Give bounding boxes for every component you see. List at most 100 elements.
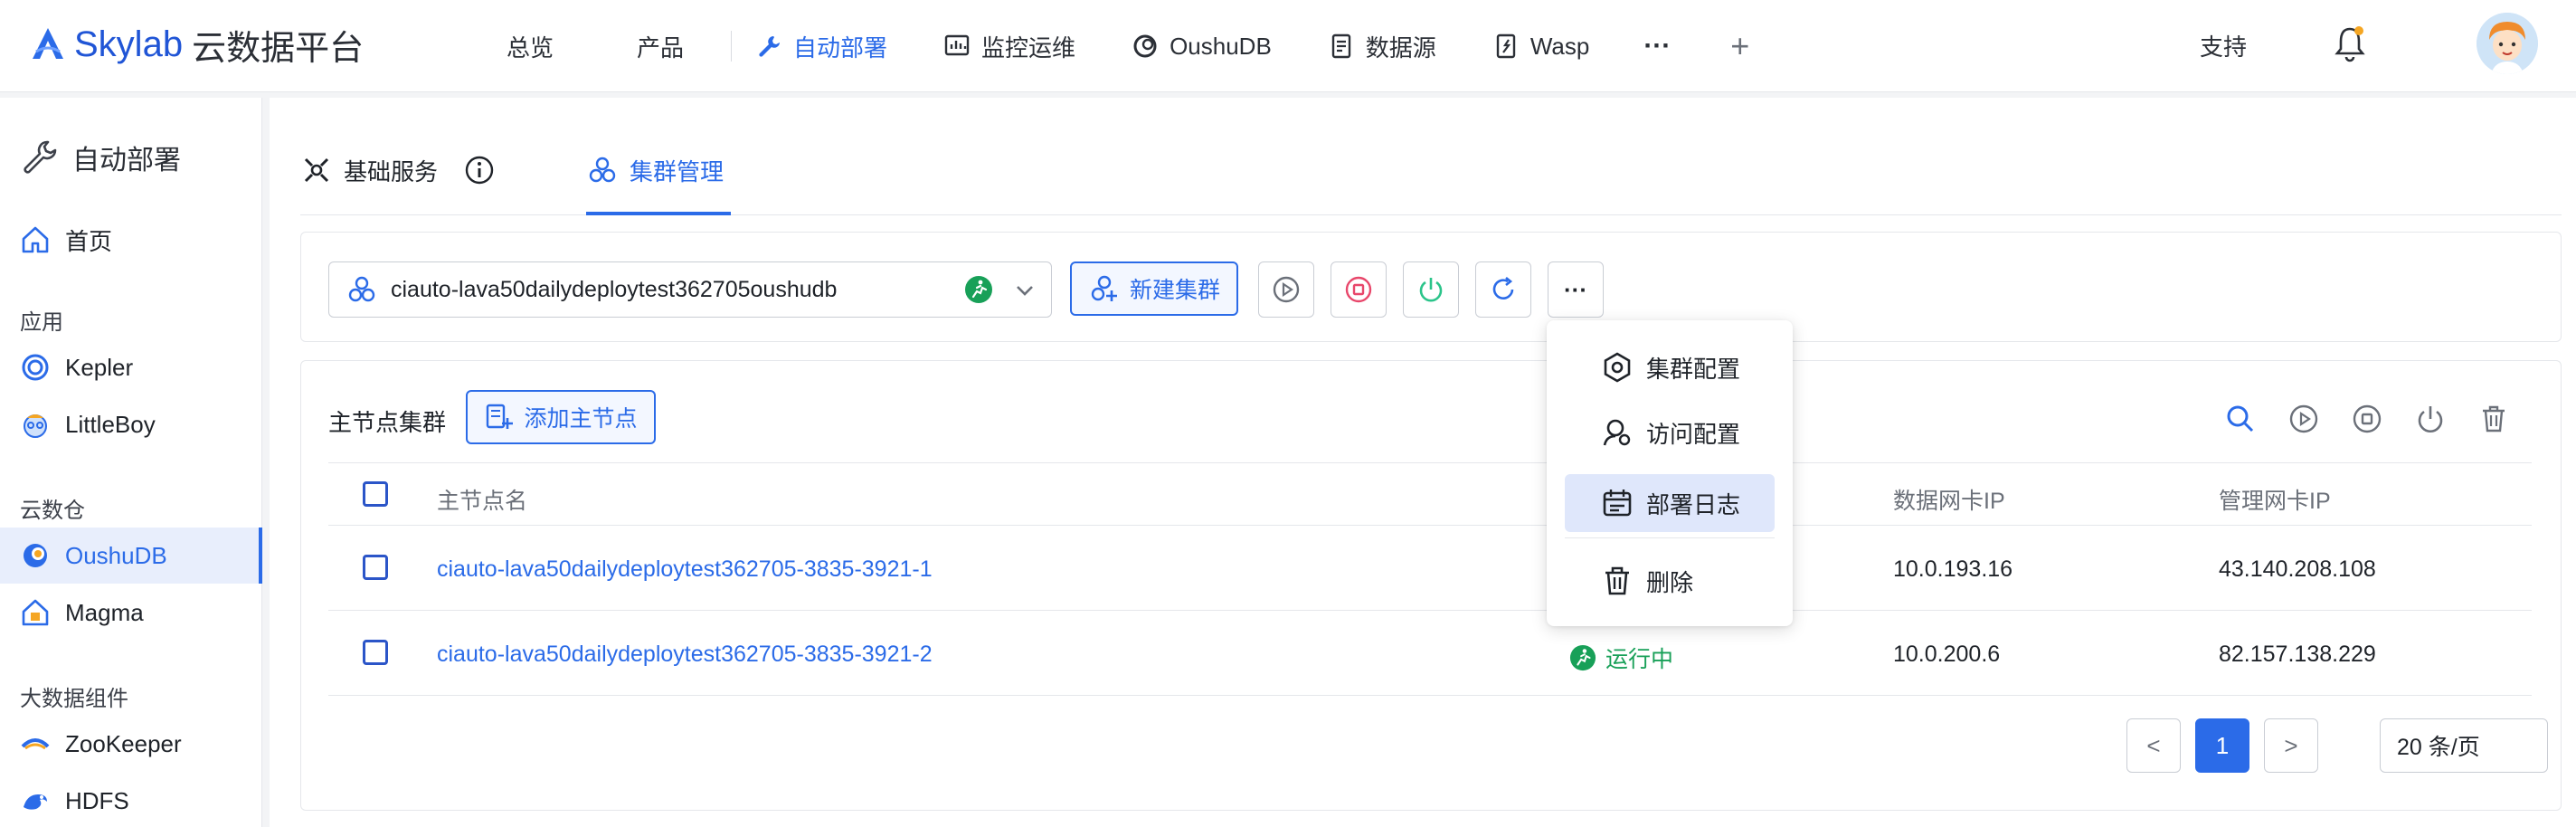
nav-datasource[interactable]: 数据源 bbox=[1328, 0, 1436, 92]
next-page-button[interactable]: > bbox=[2264, 718, 2318, 773]
select-all-checkbox[interactable] bbox=[363, 481, 388, 507]
sidebar-item-kepler-label: Kepler bbox=[65, 353, 134, 381]
data-ip: 10.0.193.16 bbox=[1893, 556, 2013, 582]
cluster-select[interactable]: ciauto-lava50dailydeploytest362705oushud… bbox=[328, 261, 1052, 318]
prev-page-label: < bbox=[2146, 731, 2161, 759]
sidebar-item-magma[interactable]: Magma bbox=[0, 585, 262, 641]
info-icon[interactable] bbox=[463, 154, 496, 186]
sidebar: 自动部署 首页 应用 Kepler LittleBoy 云数仓 OushuDB bbox=[0, 98, 262, 827]
littleboy-icon bbox=[24, 414, 47, 438]
nav-products-label: 产品 bbox=[637, 33, 685, 62]
table-row: ciauto-lava50dailydeploytest362705-3835-… bbox=[328, 526, 2532, 611]
row-checkbox[interactable] bbox=[363, 640, 388, 665]
page-1-label: 1 bbox=[2215, 731, 2230, 759]
column-header-node-name[interactable]: 主节点名 bbox=[437, 483, 527, 516]
row-checkbox[interactable] bbox=[363, 555, 388, 580]
trash-icon[interactable] bbox=[2477, 403, 2510, 435]
prev-page-button[interactable]: < bbox=[2126, 718, 2181, 773]
logo-text: Skylab bbox=[74, 24, 184, 64]
stop-button[interactable] bbox=[1331, 261, 1387, 318]
nav-oushudb[interactable]: OushuDB bbox=[1132, 0, 1272, 92]
sidebar-group-apps: 应用 bbox=[20, 310, 63, 335]
sidebar-item-littleboy[interactable]: LittleBoy bbox=[0, 396, 262, 452]
power-icon[interactable] bbox=[2414, 403, 2447, 435]
stop-circle-icon bbox=[1345, 276, 1372, 303]
power-icon bbox=[1419, 278, 1443, 302]
menu-item-deploy-log-label: 部署日志 bbox=[1646, 490, 1741, 518]
table-row: ciauto-lava50dailydeploytest362705-3835-… bbox=[328, 611, 2532, 696]
cluster-icon bbox=[348, 276, 375, 302]
power-button[interactable] bbox=[1403, 261, 1459, 318]
menu-item-cluster-config[interactable]: 集群配置 bbox=[1565, 338, 1775, 396]
sidebar-item-zookeeper[interactable]: ZooKeeper bbox=[0, 716, 262, 772]
play-circle-icon[interactable] bbox=[2287, 403, 2320, 435]
node-name-link[interactable]: ciauto-lava50dailydeploytest362705-3835-… bbox=[437, 642, 933, 668]
sidebar-item-kepler[interactable]: Kepler bbox=[0, 339, 262, 395]
node-name-link[interactable]: ciauto-lava50dailydeploytest362705-3835-… bbox=[437, 556, 933, 583]
nav-auto-deploy-label: 自动部署 bbox=[793, 33, 888, 62]
avatar[interactable] bbox=[2477, 13, 2538, 74]
sidebar-group-warehouse: 云数仓 bbox=[20, 499, 85, 523]
chevron-down-icon bbox=[1017, 286, 1033, 296]
tab-basic-services[interactable]: 基础服务 bbox=[300, 143, 496, 215]
nav-datasource-label: 数据源 bbox=[1365, 33, 1436, 62]
stop-circle-icon[interactable] bbox=[2351, 403, 2383, 435]
nav-divider bbox=[731, 31, 733, 62]
oushudb-icon bbox=[1133, 34, 1157, 58]
document-icon bbox=[1331, 33, 1350, 59]
nav-add-button[interactable]: + bbox=[1730, 0, 1749, 92]
nav-auto-deploy[interactable]: 自动部署 bbox=[755, 0, 887, 92]
play-circle-icon bbox=[1273, 276, 1300, 303]
add-master-button[interactable]: 添加主节点 bbox=[466, 390, 656, 444]
support-link[interactable]: 支持 bbox=[2200, 29, 2247, 62]
add-master-label: 添加主节点 bbox=[524, 406, 638, 432]
nav-wasp[interactable]: Wasp bbox=[1492, 0, 1590, 92]
sidebar-item-home-label: 首页 bbox=[65, 227, 113, 255]
search-icon[interactable] bbox=[2224, 403, 2257, 435]
master-cluster-title: 主节点集群 bbox=[328, 409, 447, 436]
tab-cluster-management[interactable]: 集群管理 bbox=[586, 143, 731, 215]
column-header-data-ip[interactable]: 数据网卡IP bbox=[1893, 483, 2005, 516]
mgmt-ip: 82.157.138.229 bbox=[2219, 642, 2376, 667]
menu-item-deploy-log[interactable]: 部署日志 bbox=[1565, 474, 1775, 532]
nav-add-label: + bbox=[1730, 27, 1750, 64]
menu-item-access-config[interactable]: 访问配置 bbox=[1565, 404, 1775, 461]
nav-wasp-label: Wasp bbox=[1530, 32, 1590, 60]
sidebar-item-magma-label: Magma bbox=[65, 598, 144, 626]
running-status-icon bbox=[1569, 644, 1596, 671]
menu-item-delete[interactable]: 删除 bbox=[1565, 552, 1775, 610]
sidebar-item-oushudb-label: OushuDB bbox=[65, 541, 167, 569]
cluster-toolbar: ciauto-lava50dailydeploytest362705oushud… bbox=[300, 232, 2562, 342]
bell-icon[interactable] bbox=[2334, 24, 2366, 63]
page-1-button[interactable]: 1 bbox=[2195, 718, 2249, 773]
logo[interactable]: Skylab 云数据平台 bbox=[27, 20, 364, 70]
column-header-mgmt-ip[interactable]: 管理网卡IP bbox=[2219, 483, 2331, 516]
nav-overview[interactable]: 总览 bbox=[507, 0, 554, 92]
nav-more-label: ··· bbox=[1643, 31, 1672, 61]
page-size-value: 20 条/页 bbox=[2397, 735, 2480, 760]
wrench-icon bbox=[759, 36, 781, 57]
menu-item-cluster-config-label: 集群配置 bbox=[1646, 355, 1741, 383]
mgmt-ip: 43.140.208.108 bbox=[2219, 556, 2376, 582]
main-nav: 总览 产品 自动部署 监控运维 OushuDB 数据源 Wasp ··· + bbox=[488, 0, 1749, 92]
more-actions-button[interactable]: ··· bbox=[1548, 261, 1604, 318]
nav-monitoring[interactable]: 监控运维 bbox=[943, 0, 1075, 92]
sidebar-title-label: 自动部署 bbox=[72, 146, 181, 176]
sidebar-group-bigdata: 大数据组件 bbox=[20, 687, 128, 711]
nav-products[interactable]: 产品 bbox=[637, 0, 684, 92]
cluster-icon bbox=[589, 157, 616, 183]
page-size-select[interactable]: 20 条/页 bbox=[2380, 718, 2548, 773]
start-button[interactable] bbox=[1258, 261, 1314, 318]
oushudb-icon bbox=[24, 544, 47, 567]
refresh-button[interactable] bbox=[1475, 261, 1531, 318]
trash-icon bbox=[1605, 566, 1629, 595]
sidebar-item-hdfs[interactable]: HDFS bbox=[0, 773, 262, 827]
sidebar-item-home[interactable]: 首页 bbox=[0, 212, 262, 268]
top-bar: Skylab 云数据平台 总览 产品 自动部署 监控运维 OushuDB 数据源… bbox=[0, 0, 2576, 92]
nav-more-button[interactable]: ··· bbox=[1643, 0, 1671, 92]
status-label: 运行中 bbox=[1605, 647, 1674, 672]
more-actions-label: ··· bbox=[1564, 275, 1587, 303]
new-cluster-button[interactable]: 新建集群 bbox=[1070, 261, 1238, 316]
sidebar-item-oushudb[interactable]: OushuDB bbox=[0, 528, 262, 584]
cluster-select-value: ciauto-lava50dailydeploytest362705oushud… bbox=[391, 276, 838, 302]
